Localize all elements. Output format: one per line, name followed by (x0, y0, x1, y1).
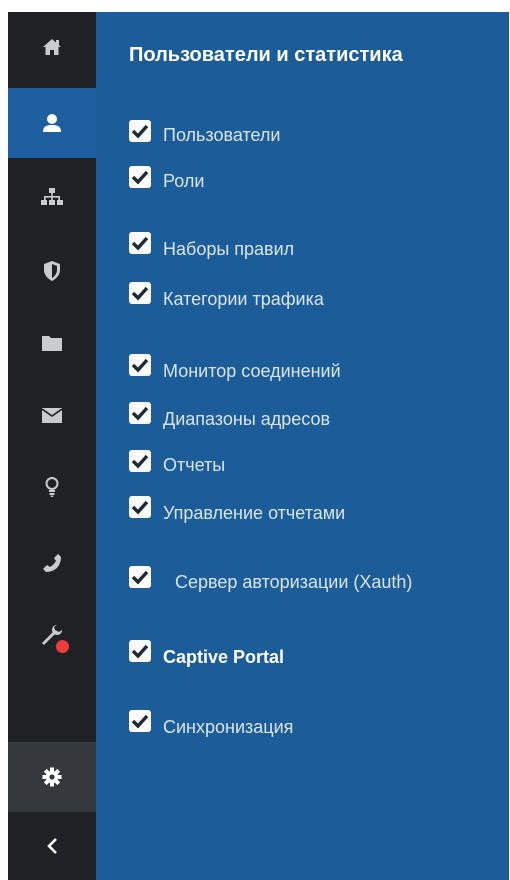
home-icon (42, 38, 62, 56)
checkbox[interactable] (129, 496, 151, 518)
permission-users[interactable]: Пользователи (129, 120, 280, 145)
envelope-icon (42, 407, 62, 423)
checkbox[interactable] (129, 282, 151, 304)
checkbox[interactable] (129, 354, 151, 376)
permission-label: Отчеты (163, 455, 226, 475)
permission-rule-sets[interactable]: Наборы правил (129, 232, 294, 259)
permission-report-management[interactable]: Управление отчетами (129, 496, 345, 523)
notification-badge (56, 640, 69, 653)
nav-tools[interactable] (8, 600, 96, 670)
nav-security[interactable] (8, 236, 96, 306)
permission-label: Диапазоны адресов (163, 409, 331, 429)
nav-telephony[interactable] (8, 528, 96, 598)
permission-roles[interactable]: Роли (129, 166, 204, 191)
user-icon (42, 113, 62, 133)
lightbulb-icon (45, 477, 59, 497)
shield-icon (44, 261, 60, 281)
gear-icon (42, 767, 62, 787)
checkbox[interactable] (129, 232, 151, 254)
nav-files[interactable] (8, 308, 96, 378)
sitemap-icon (41, 188, 63, 206)
permission-synchronization[interactable]: Синхронизация (129, 710, 293, 737)
permission-captive-portal[interactable]: Captive Portal (129, 640, 284, 667)
permission-label: Пользователи (163, 125, 281, 145)
permission-label: Сервер авторизации (Xauth) (175, 572, 413, 592)
sidebar-nav (8, 12, 96, 880)
permission-label: Категории трафика (163, 289, 324, 309)
checkbox[interactable] (129, 120, 151, 142)
panel-title: Пользователи и статистика (129, 44, 403, 66)
permission-connection-monitor[interactable]: Монитор соединений (129, 354, 341, 381)
permission-label: Монитор соединений (163, 361, 341, 381)
permission-label: Роли (163, 171, 205, 191)
permission-label: Управление отчетами (163, 503, 346, 523)
checkbox[interactable] (129, 166, 151, 188)
permission-address-ranges[interactable]: Диапазоны адресов (129, 402, 330, 429)
permissions-panel: Пользователи и статистика Пользователи Р… (96, 12, 509, 880)
nav-settings[interactable] (8, 742, 96, 812)
permission-label: Captive Portal (163, 647, 285, 667)
permission-label: Наборы правил (163, 239, 295, 259)
folder-icon (42, 335, 62, 351)
nav-users[interactable] (8, 88, 96, 158)
nav-network[interactable] (8, 162, 96, 232)
nav-mail[interactable] (8, 380, 96, 450)
permission-traffic-categories[interactable]: Категории трафика (129, 282, 324, 309)
nav-tips[interactable] (8, 452, 96, 522)
chevron-left-icon (46, 837, 58, 855)
checkbox[interactable] (129, 710, 151, 732)
nav-home[interactable] (8, 12, 96, 82)
app-frame: Пользователи и статистика Пользователи Р… (8, 12, 509, 880)
phone-icon (42, 553, 62, 573)
checkbox[interactable] (129, 450, 151, 472)
permission-label: Синхронизация (163, 717, 294, 737)
permission-reports[interactable]: Отчеты (129, 450, 225, 475)
collapse-sidebar-button[interactable] (8, 812, 96, 880)
checkbox[interactable] (129, 402, 151, 424)
checkbox[interactable] (129, 640, 151, 662)
